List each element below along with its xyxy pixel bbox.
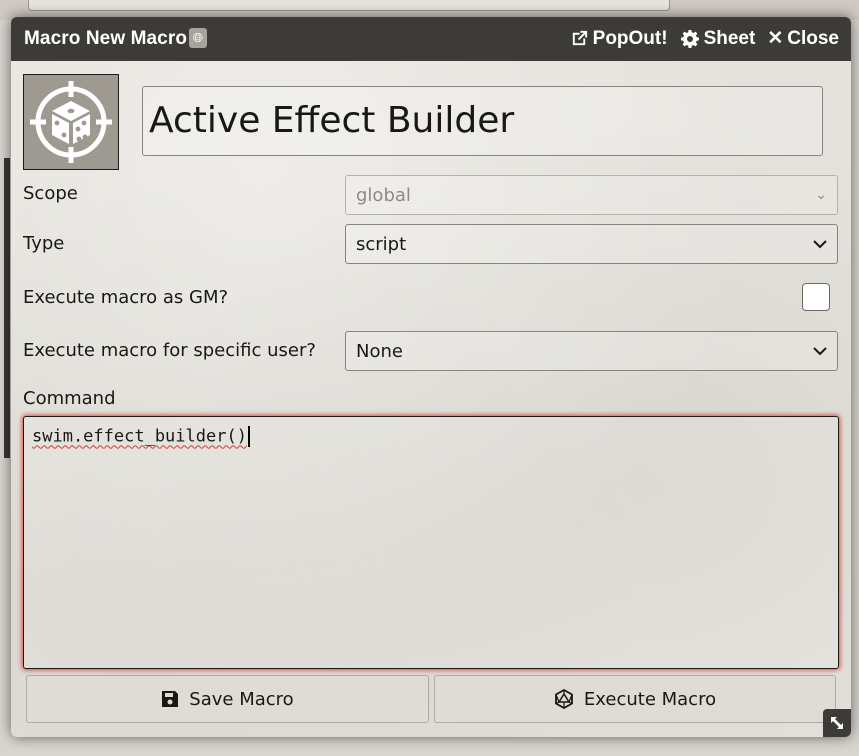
scope-label: Scope bbox=[23, 183, 78, 204]
globe-icon[interactable]: 🌐︎ bbox=[189, 28, 207, 48]
command-label: Command bbox=[23, 388, 116, 409]
execute-macro-label: Execute Macro bbox=[583, 688, 717, 710]
gm-label: Execute macro as GM? bbox=[23, 287, 229, 308]
external-link-icon bbox=[572, 30, 587, 46]
sheet-button[interactable]: Sheet bbox=[680, 27, 756, 50]
execute-macro-button[interactable]: Execute Macro bbox=[434, 675, 836, 723]
sheet-label: Sheet bbox=[703, 27, 756, 49]
d20-icon bbox=[555, 689, 573, 709]
specific-user-select[interactable]: None bbox=[345, 331, 838, 371]
text-caret bbox=[247, 426, 250, 447]
save-icon bbox=[162, 691, 179, 707]
command-textarea[interactable]: swim.effect_builder() bbox=[23, 416, 839, 669]
close-button[interactable]: ✕ Close bbox=[767, 27, 839, 50]
execute-as-gm-checkbox[interactable] bbox=[802, 283, 830, 311]
resize-icon bbox=[831, 717, 843, 729]
save-macro-button[interactable]: Save Macro bbox=[26, 675, 429, 723]
gear-icon bbox=[680, 29, 699, 48]
macro-config-window: Macro New Macro 🌐︎ PopOut! Sheet ✕ Close bbox=[11, 17, 851, 737]
window-actions: PopOut! Sheet ✕ Close bbox=[570, 27, 839, 50]
chevron-down-icon bbox=[813, 240, 827, 249]
background-sidebar bbox=[4, 158, 10, 458]
type-label: Type bbox=[23, 233, 65, 254]
dice-target-icon bbox=[30, 81, 112, 163]
popout-label: PopOut! bbox=[592, 27, 668, 49]
window-title: Macro New Macro bbox=[24, 28, 188, 49]
close-icon: ✕ bbox=[767, 28, 784, 49]
scope-value: global bbox=[356, 184, 411, 206]
macro-name-input[interactable]: Active Effect Builder bbox=[142, 86, 823, 156]
type-select[interactable]: script bbox=[345, 224, 838, 264]
resize-handle[interactable] bbox=[823, 709, 851, 737]
specific-user-value: None bbox=[356, 340, 403, 362]
macro-image[interactable] bbox=[23, 74, 119, 170]
background-app-strip bbox=[28, 0, 670, 11]
window-titlebar[interactable]: Macro New Macro 🌐︎ PopOut! Sheet ✕ Close bbox=[11, 17, 851, 61]
save-macro-label: Save Macro bbox=[189, 688, 294, 710]
close-label: Close bbox=[787, 27, 839, 49]
chevron-down-icon bbox=[813, 347, 827, 356]
type-value: script bbox=[356, 233, 407, 255]
popout-button[interactable]: PopOut! bbox=[570, 27, 668, 50]
scope-select: global ⌄ bbox=[345, 175, 838, 215]
chevron-down-icon: ⌄ bbox=[815, 187, 827, 203]
specific-user-label: Execute macro for specific user? bbox=[23, 340, 316, 361]
command-text: swim.effect_builder() bbox=[32, 426, 247, 447]
